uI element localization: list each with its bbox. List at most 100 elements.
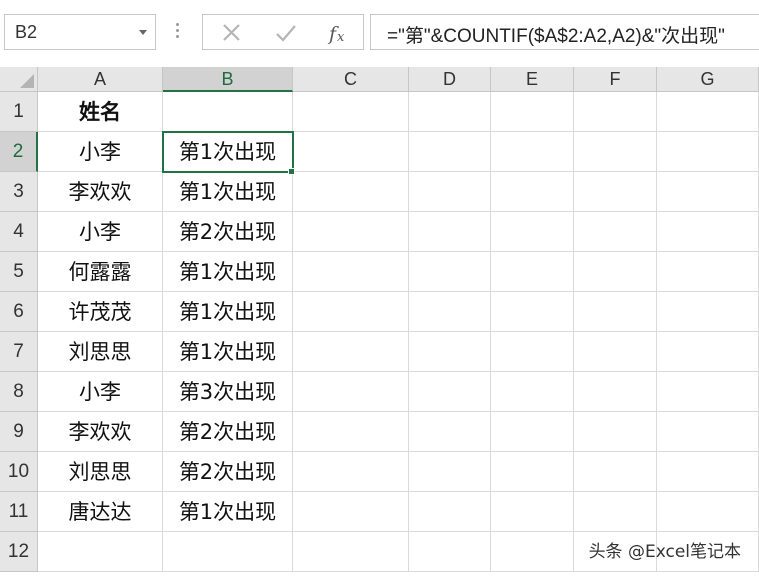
- cell-c5[interactable]: [293, 252, 409, 292]
- cell-f2[interactable]: [574, 132, 657, 172]
- cell-b7[interactable]: 第1次出现: [163, 332, 293, 372]
- insert-function-button[interactable]: f x: [325, 19, 355, 47]
- cell-b4[interactable]: 第2次出现: [163, 212, 293, 252]
- cell-e8[interactable]: [491, 372, 574, 412]
- cell-e7[interactable]: [491, 332, 574, 372]
- row-header-1[interactable]: 1: [0, 92, 38, 132]
- column-header-e[interactable]: E: [491, 67, 574, 92]
- cell-a6[interactable]: 许茂茂: [38, 292, 163, 332]
- cell-d6[interactable]: [409, 292, 491, 332]
- cell-f8[interactable]: [574, 372, 657, 412]
- cancel-button[interactable]: [217, 19, 247, 47]
- name-box[interactable]: B2: [4, 14, 156, 50]
- cell-f4[interactable]: [574, 212, 657, 252]
- cell-e4[interactable]: [491, 212, 574, 252]
- cell-d9[interactable]: [409, 412, 491, 452]
- cell-a2[interactable]: 小李: [38, 132, 163, 172]
- cell-e3[interactable]: [491, 172, 574, 212]
- cell-c4[interactable]: [293, 212, 409, 252]
- cell-b2[interactable]: 第1次出现: [163, 132, 293, 172]
- fill-handle[interactable]: [288, 168, 295, 175]
- row-header-3[interactable]: 3: [0, 172, 38, 212]
- cell-b3[interactable]: 第1次出现: [163, 172, 293, 212]
- cell-b12[interactable]: [163, 532, 293, 572]
- row-header-5[interactable]: 5: [0, 252, 38, 292]
- cell-e6[interactable]: [491, 292, 574, 332]
- cell-b10[interactable]: 第2次出现: [163, 452, 293, 492]
- cell-c12[interactable]: [293, 532, 409, 572]
- cell-d11[interactable]: [409, 492, 491, 532]
- row-header-6[interactable]: 6: [0, 292, 38, 332]
- cell-g4[interactable]: [657, 212, 759, 252]
- column-header-g[interactable]: G: [657, 67, 759, 92]
- cell-a1[interactable]: 姓名: [38, 92, 163, 132]
- cell-c8[interactable]: [293, 372, 409, 412]
- cell-a11[interactable]: 唐达达: [38, 492, 163, 532]
- cell-c2[interactable]: [293, 132, 409, 172]
- cell-e11[interactable]: [491, 492, 574, 532]
- cell-d5[interactable]: [409, 252, 491, 292]
- cell-b11[interactable]: 第1次出现: [163, 492, 293, 532]
- cell-b5[interactable]: 第1次出现: [163, 252, 293, 292]
- cell-f1[interactable]: [574, 92, 657, 132]
- cell-a4[interactable]: 小李: [38, 212, 163, 252]
- cell-f7[interactable]: [574, 332, 657, 372]
- cell-a9[interactable]: 李欢欢: [38, 412, 163, 452]
- cell-g9[interactable]: [657, 412, 759, 452]
- cell-a8[interactable]: 小李: [38, 372, 163, 412]
- cell-g10[interactable]: [657, 452, 759, 492]
- cell-a12[interactable]: [38, 532, 163, 572]
- cell-d7[interactable]: [409, 332, 491, 372]
- cell-f10[interactable]: [574, 452, 657, 492]
- cell-d3[interactable]: [409, 172, 491, 212]
- row-header-4[interactable]: 4: [0, 212, 38, 252]
- cell-a5[interactable]: 何露露: [38, 252, 163, 292]
- cell-g5[interactable]: [657, 252, 759, 292]
- cell-b6[interactable]: 第1次出现: [163, 292, 293, 332]
- cell-f6[interactable]: [574, 292, 657, 332]
- cell-g6[interactable]: [657, 292, 759, 332]
- cell-d12[interactable]: [409, 532, 491, 572]
- cell-b9[interactable]: 第2次出现: [163, 412, 293, 452]
- row-header-11[interactable]: 11: [0, 492, 38, 532]
- cell-a10[interactable]: 刘思思: [38, 452, 163, 492]
- cell-c9[interactable]: [293, 412, 409, 452]
- cell-e9[interactable]: [491, 412, 574, 452]
- cell-e5[interactable]: [491, 252, 574, 292]
- row-header-7[interactable]: 7: [0, 332, 38, 372]
- cell-c11[interactable]: [293, 492, 409, 532]
- cell-c7[interactable]: [293, 332, 409, 372]
- select-all-button[interactable]: [0, 67, 38, 92]
- row-header-10[interactable]: 10: [0, 452, 38, 492]
- cell-e10[interactable]: [491, 452, 574, 492]
- cell-d4[interactable]: [409, 212, 491, 252]
- cell-f11[interactable]: [574, 492, 657, 532]
- formula-input[interactable]: ="第"&COUNTIF($A$2:A2,A2)&"次出现": [370, 14, 759, 50]
- cell-f5[interactable]: [574, 252, 657, 292]
- row-header-12[interactable]: 12: [0, 532, 38, 572]
- cell-a7[interactable]: 刘思思: [38, 332, 163, 372]
- cell-a3[interactable]: 李欢欢: [38, 172, 163, 212]
- row-header-9[interactable]: 9: [0, 412, 38, 452]
- cell-e2[interactable]: [491, 132, 574, 172]
- column-header-b[interactable]: B: [163, 67, 293, 92]
- cell-g3[interactable]: [657, 172, 759, 212]
- row-header-8[interactable]: 8: [0, 372, 38, 412]
- cell-f9[interactable]: [574, 412, 657, 452]
- chevron-down-icon[interactable]: [139, 30, 147, 35]
- row-header-2[interactable]: 2: [0, 132, 38, 172]
- cell-f3[interactable]: [574, 172, 657, 212]
- cell-d8[interactable]: [409, 372, 491, 412]
- cell-d2[interactable]: [409, 132, 491, 172]
- cell-c1[interactable]: [293, 92, 409, 132]
- cell-c6[interactable]: [293, 292, 409, 332]
- cell-g1[interactable]: [657, 92, 759, 132]
- drag-handle-icon[interactable]: [176, 23, 179, 43]
- enter-button[interactable]: [271, 19, 301, 47]
- cell-b8[interactable]: 第3次出现: [163, 372, 293, 412]
- cell-b1[interactable]: [163, 92, 293, 132]
- cell-d10[interactable]: [409, 452, 491, 492]
- cell-g11[interactable]: [657, 492, 759, 532]
- cell-e12[interactable]: [491, 532, 574, 572]
- cell-d1[interactable]: [409, 92, 491, 132]
